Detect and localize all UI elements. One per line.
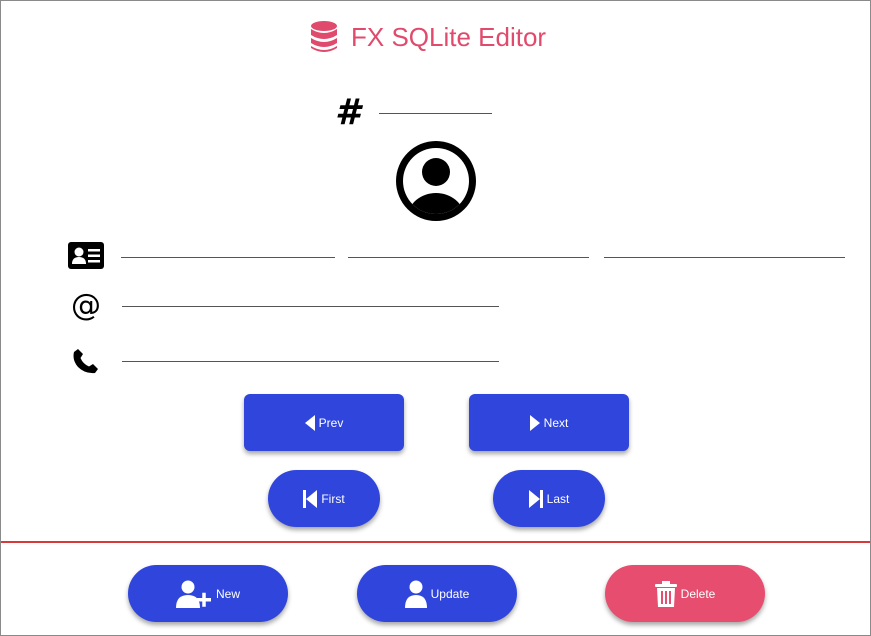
prev-button[interactable]: Prev (244, 394, 404, 451)
next-button-label: Next (543, 415, 569, 430)
email-field[interactable] (122, 286, 499, 307)
user-circle-icon (396, 141, 476, 221)
database-icon (311, 21, 337, 52)
last-button[interactable]: Last (493, 470, 605, 527)
last-name-field[interactable] (604, 237, 845, 258)
delete-button-label: Delete (680, 586, 716, 601)
app-header: FX SQLite Editor (309, 20, 546, 54)
step-forward-icon (528, 489, 543, 508)
phone-field[interactable] (122, 341, 499, 362)
id-card-icon (68, 242, 104, 269)
middle-name-field[interactable] (348, 237, 589, 258)
at-icon: @ (71, 288, 101, 323)
last-button-label: Last (546, 491, 570, 506)
caret-right-icon (529, 414, 540, 431)
first-name-field[interactable] (121, 237, 335, 258)
first-button[interactable]: First (268, 470, 380, 527)
prev-button-label: Prev (318, 415, 344, 430)
section-divider (1, 541, 870, 543)
phone-icon (73, 349, 98, 374)
user-plus-icon (175, 580, 211, 608)
app-title: FX SQLite Editor (351, 21, 547, 52)
new-button-label: New (215, 586, 240, 601)
trash-icon (654, 580, 677, 607)
next-button[interactable]: Next (469, 394, 629, 451)
app-window: FX SQLite Editor # @ Prev Next First Las… (0, 0, 871, 636)
update-button[interactable]: Update (357, 565, 517, 622)
first-button-label: First (321, 491, 345, 506)
id-field[interactable] (379, 93, 492, 114)
update-button-label: Update (430, 586, 470, 601)
hash-icon: # (335, 92, 361, 133)
caret-left-icon (304, 414, 315, 431)
user-icon (404, 580, 427, 608)
step-backward-icon (303, 489, 318, 508)
new-button[interactable]: New (128, 565, 288, 622)
delete-button[interactable]: Delete (605, 565, 765, 622)
